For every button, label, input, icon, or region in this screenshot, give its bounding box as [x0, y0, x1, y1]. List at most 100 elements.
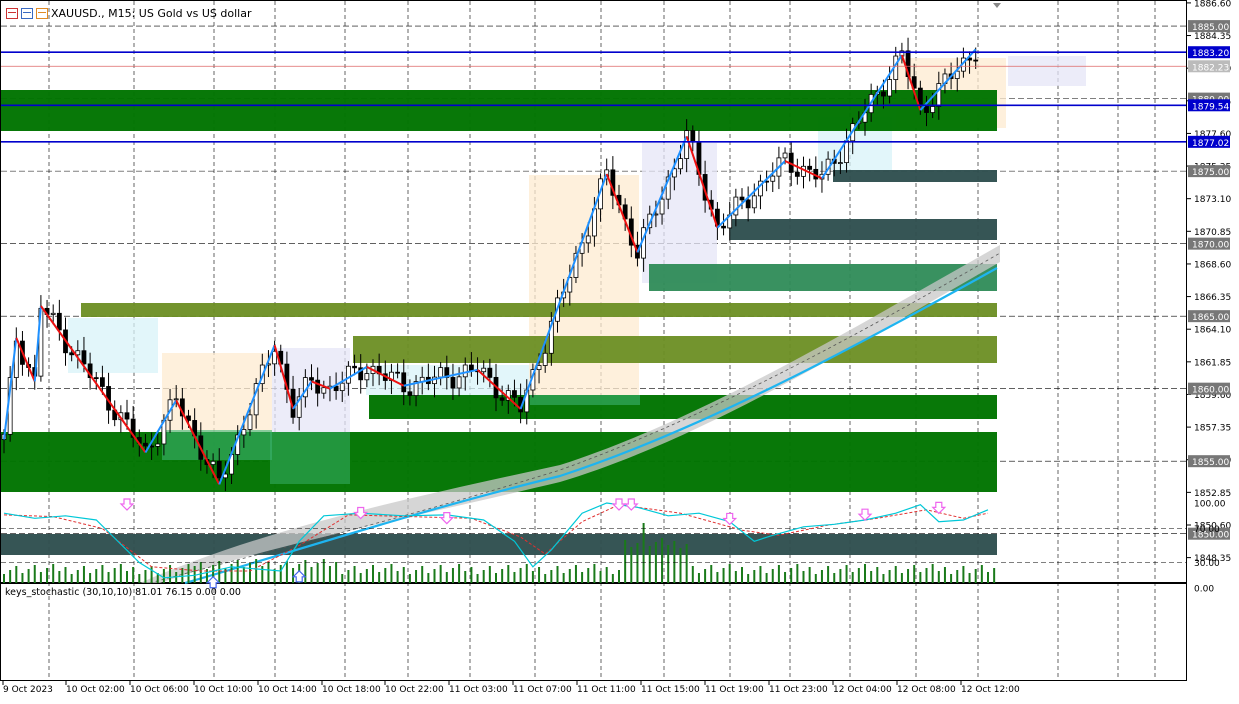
volume-bar — [372, 565, 374, 583]
volume-bar — [113, 568, 116, 583]
candle-body — [241, 429, 247, 436]
candle-body — [542, 352, 548, 366]
volume-bar — [741, 567, 743, 583]
candle-body — [487, 367, 493, 378]
candle-body — [456, 376, 462, 389]
volume-bar — [654, 542, 657, 583]
volume-bar — [734, 571, 737, 583]
price-label-text: 1870.00 — [1192, 241, 1229, 251]
volume-bar — [913, 565, 916, 583]
volume-bar — [482, 570, 485, 583]
volume-bar — [544, 574, 547, 583]
volume-bar — [956, 570, 959, 583]
volume-bar — [458, 564, 461, 583]
time-tick-label: 12 Oct 12:00 — [961, 685, 1020, 695]
volume-bar — [642, 523, 645, 583]
session-box — [1008, 56, 1086, 86]
candle-body — [481, 367, 487, 373]
candle-body — [56, 312, 62, 331]
volume-bar — [119, 564, 122, 583]
volume-bar — [9, 570, 12, 583]
volume-bar — [864, 564, 866, 583]
time-axis: 9 Oct 2023 10 Oct 02:00 10 Oct 06:00 10 Oct… — [2, 681, 1020, 695]
candle-body — [807, 165, 813, 170]
candle-body — [462, 364, 468, 378]
window-orange-icon — [36, 7, 48, 19]
volume-bar — [126, 571, 128, 583]
chart-title-bar: XAUUSD., M15: US Gold vs US dollar — [6, 6, 251, 20]
volume-bar — [335, 562, 338, 583]
stoch-level-label: 100.00 — [1194, 500, 1226, 510]
volume-bar — [937, 571, 940, 583]
candle-body — [438, 367, 444, 378]
volume-bar — [76, 570, 79, 583]
volume-bar — [876, 567, 879, 583]
candle-body — [512, 390, 517, 398]
volume-bar — [605, 567, 608, 583]
time-tick-label: 11 Oct 15:00 — [641, 685, 700, 695]
volume-bar — [679, 548, 682, 583]
volume-bar — [3, 574, 5, 583]
volume-bar — [519, 568, 522, 583]
candle-body — [684, 130, 690, 159]
candle-body — [973, 59, 979, 62]
volume-bar — [132, 567, 135, 583]
stoch-level-label: 70.00 — [1194, 525, 1220, 535]
price-tick-label: 1884.35 — [1194, 32, 1231, 42]
candle-body — [499, 397, 505, 401]
volume-bar — [759, 566, 762, 583]
volume-bar — [445, 572, 448, 583]
price-label-text: 1882.23 — [1192, 63, 1229, 73]
volume-bar — [150, 566, 153, 583]
sd-zone — [270, 432, 350, 484]
volume-bar — [27, 569, 30, 583]
volume-bar — [907, 569, 910, 583]
volume-bar — [408, 574, 411, 583]
candle-body — [924, 105, 929, 113]
price-tick-label: 1886.60 — [1194, 0, 1231, 9]
volume-bar — [255, 559, 258, 583]
volume-bar — [64, 567, 67, 583]
volume-bar — [581, 572, 584, 583]
time-tick-label: 11 Oct 03:00 — [449, 685, 508, 695]
volume-bar — [562, 573, 565, 583]
volume-bar — [919, 572, 922, 583]
volume-bar — [574, 565, 577, 583]
candle-body — [794, 171, 800, 177]
volume-bar — [378, 572, 381, 583]
time-tick-label: 10 Oct 14:00 — [258, 685, 317, 695]
window-red-icon — [6, 7, 18, 19]
symbol-title: XAUUSD., M15: US Gold vs US dollar — [51, 6, 252, 20]
volume-bar — [415, 570, 418, 583]
time-tick-label: 9 Oct 2023 — [3, 685, 53, 695]
time-tick-label: 12 Oct 04:00 — [833, 685, 892, 695]
volume-bar — [900, 573, 903, 583]
chart-window[interactable]: 1886.601884.351882.101879.851877.601875.… — [0, 0, 1239, 700]
price-label-text: 1883.20 — [1192, 49, 1229, 59]
volume-bar — [673, 541, 676, 583]
volume-bar — [980, 565, 983, 583]
volume-bar — [390, 564, 393, 583]
time-tick-label: 10 Oct 22:00 — [385, 685, 444, 695]
volume-bar — [107, 572, 110, 583]
time-tick-label: 10 Oct 10:00 — [194, 685, 253, 695]
volume-bar — [193, 566, 196, 583]
candle-body — [678, 158, 683, 170]
volume-bar — [433, 569, 436, 583]
candle-body — [395, 371, 401, 374]
candle-body — [173, 398, 179, 401]
candle-body — [838, 162, 843, 165]
volume-bar — [58, 571, 61, 583]
volume-bar — [962, 566, 965, 583]
volume-bar — [987, 572, 989, 583]
volume-bar — [599, 571, 602, 583]
volume-bar — [525, 564, 528, 583]
stoch-level-label: 0.00 — [1194, 585, 1214, 595]
volume-bar — [882, 574, 885, 583]
volume-bar — [728, 564, 731, 583]
candle-body — [468, 364, 474, 371]
volume-bar — [851, 572, 854, 583]
price-label-text: 1860.00 — [1192, 386, 1229, 396]
volume-bar — [710, 565, 713, 583]
session-box — [68, 318, 158, 373]
